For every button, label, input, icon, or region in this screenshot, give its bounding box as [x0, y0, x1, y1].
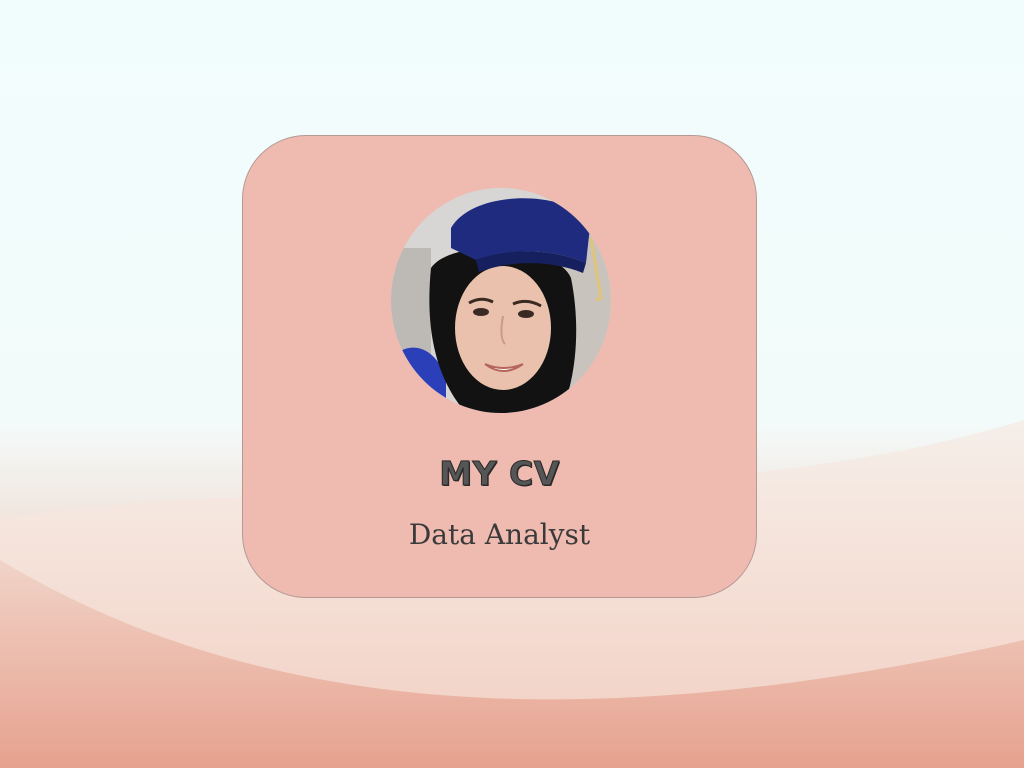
card-title: MY CV: [439, 454, 560, 494]
person-with-graduation-cap-icon: [391, 188, 611, 413]
profile-photo: [391, 188, 611, 413]
card-subtitle: Data Analyst: [408, 518, 591, 551]
cv-card[interactable]: MY CV Data Analyst: [242, 135, 757, 598]
